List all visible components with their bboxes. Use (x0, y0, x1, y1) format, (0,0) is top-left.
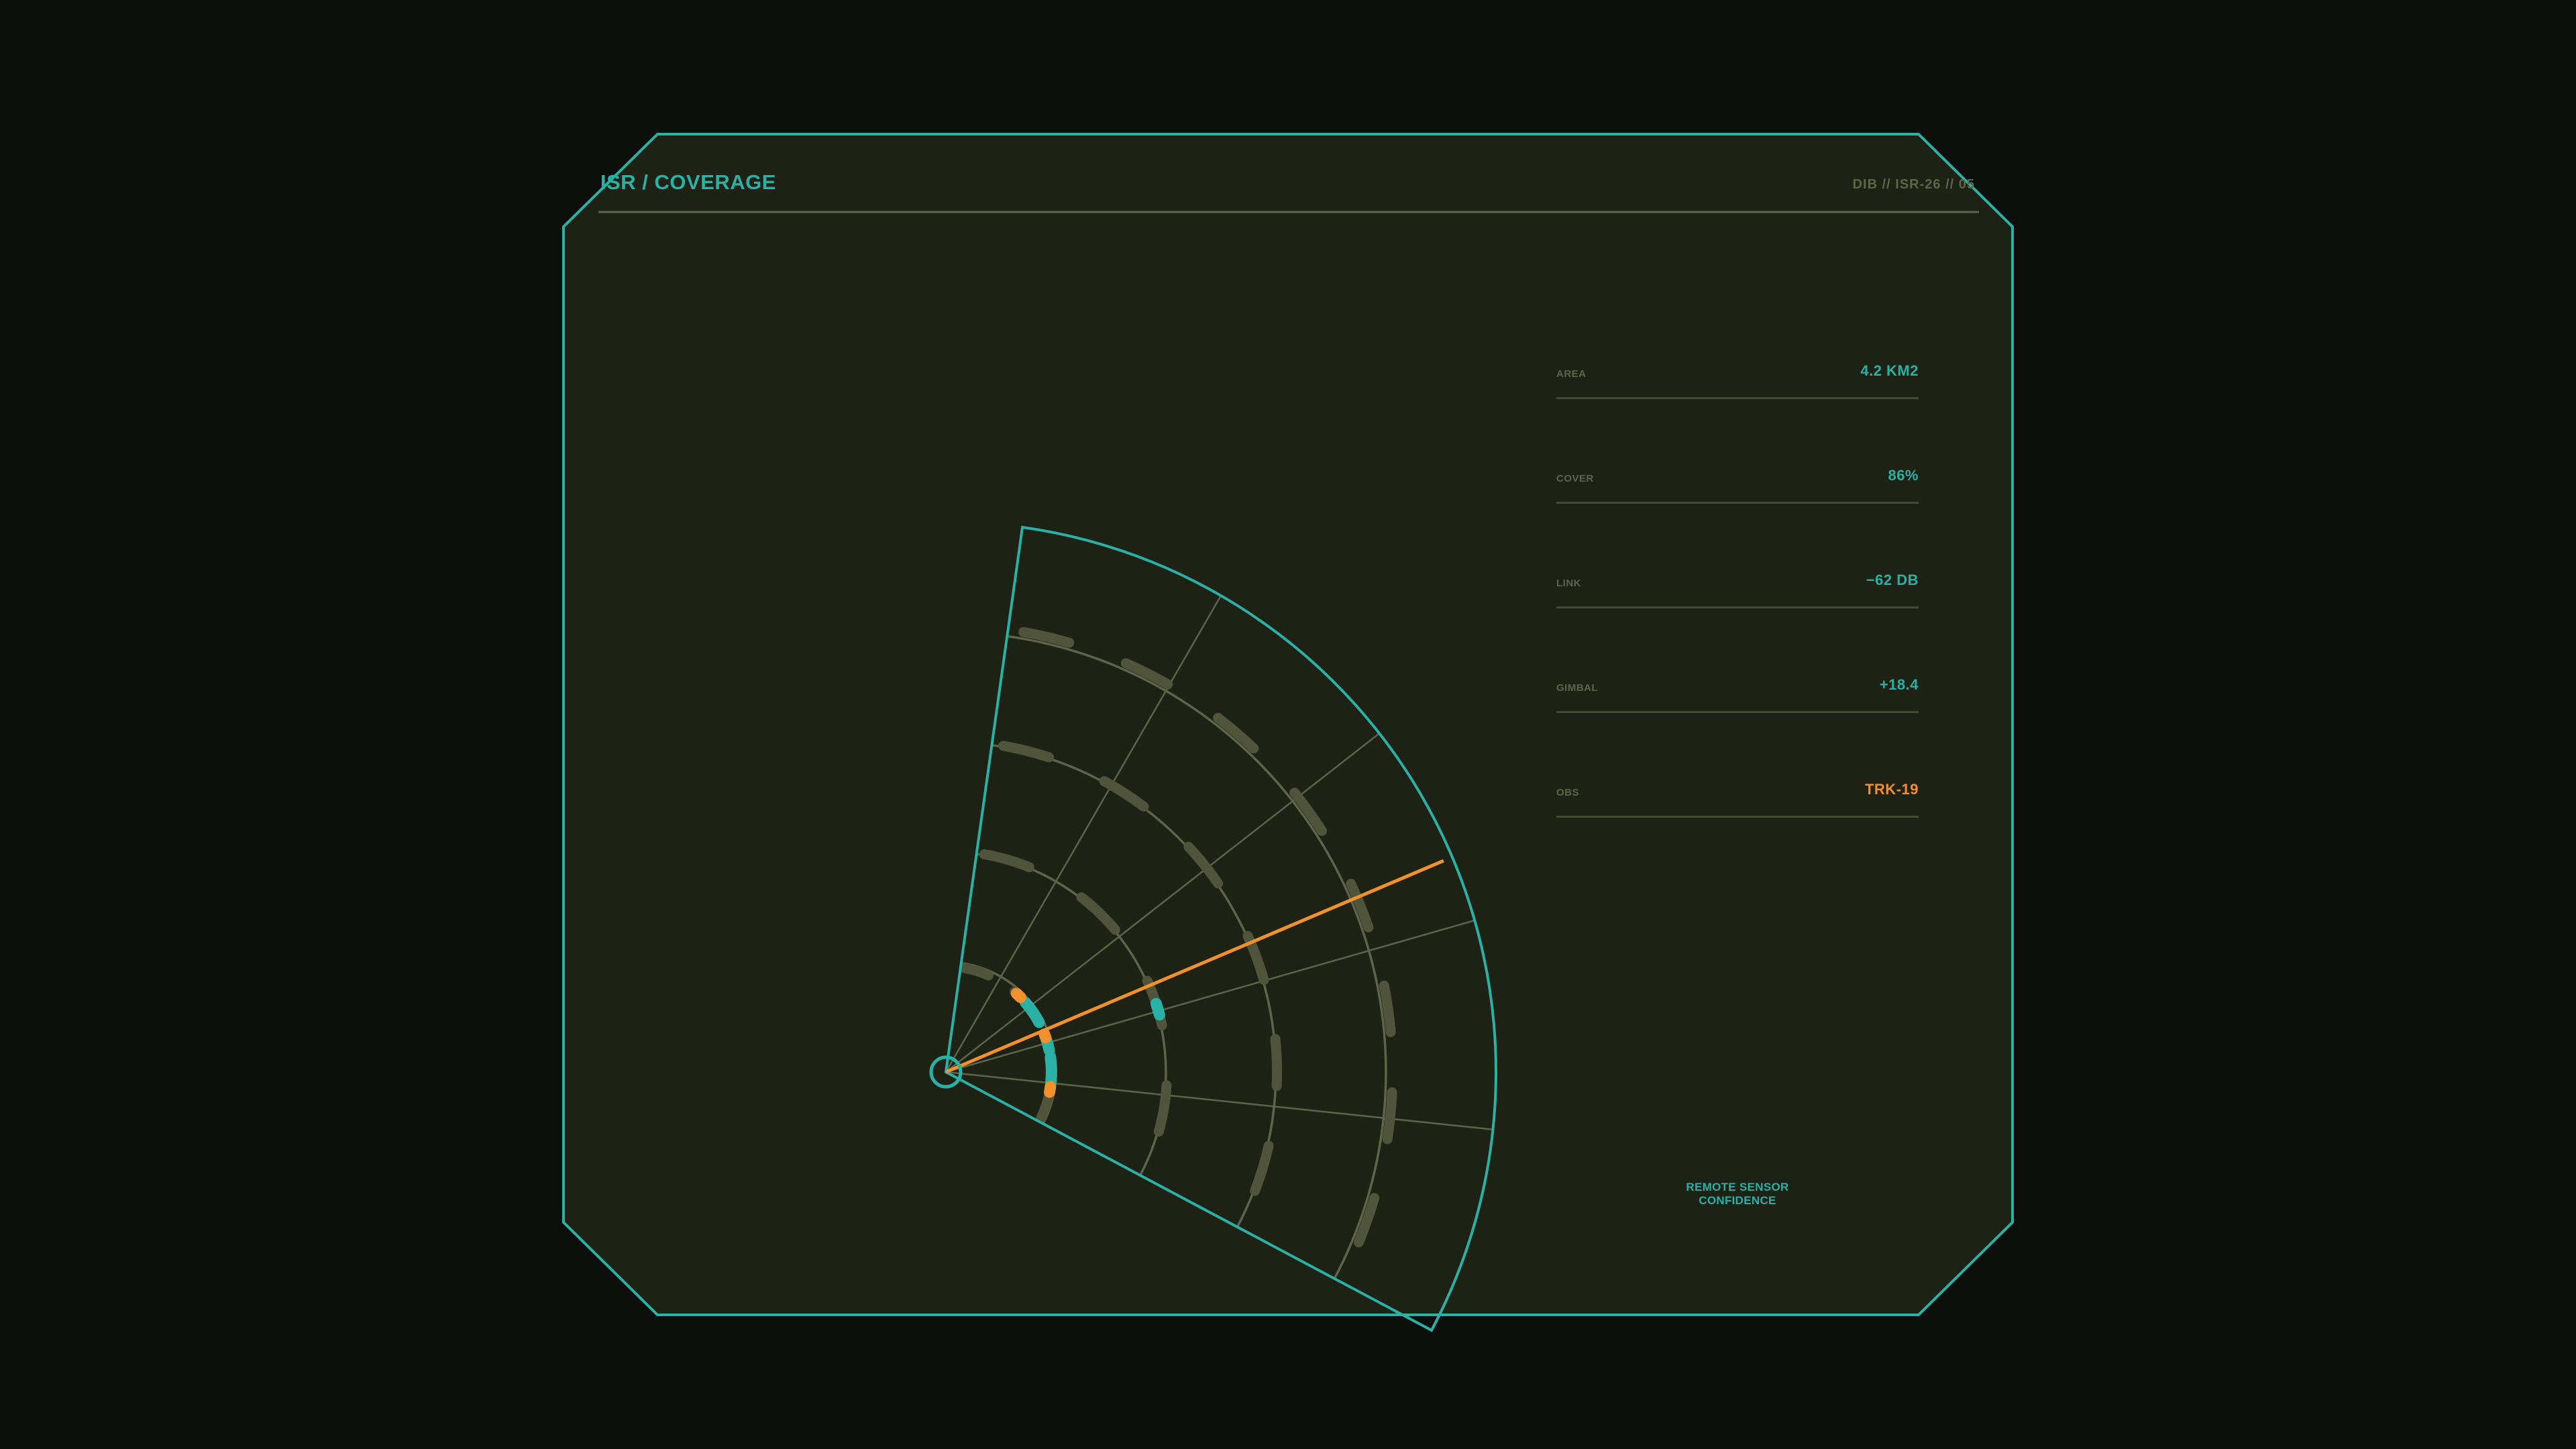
stat-obs-label: OBS (1556, 787, 1580, 798)
stat-area-label: AREA (1556, 368, 1587, 380)
stat-obs-value: TRK-19 (1864, 781, 1919, 798)
stat-link: LINK −62 DB (1556, 558, 1919, 608)
stat-gimbal-value: +18.4 (1879, 676, 1919, 693)
stat-gimbal: GIMBAL +18.4 (1556, 663, 1919, 713)
stat-cover-value: 86% (1888, 467, 1919, 484)
page-title: ISR / COVERAGE (600, 170, 776, 194)
panel-frame (562, 133, 2014, 1332)
stat-cover-label: COVER (1556, 473, 1594, 484)
confidence-segment (1010, 987, 1026, 1004)
panel-background (562, 133, 2014, 1316)
isr-coverage-screen: ISR / COVERAGE DIB // ISR-26 // 05 AREA … (0, 0, 2576, 1449)
confidence-segment (1044, 1081, 1057, 1098)
confidence-segment (1150, 998, 1165, 1021)
stat-obs: OBS TRK-19 (1556, 767, 1919, 818)
stat-area: AREA 4.2 KM2 (1556, 349, 1919, 399)
stat-link-label: LINK (1556, 578, 1581, 589)
document-id: DIB // ISR-26 // 05 (1852, 177, 1975, 192)
sensor-confidence-caption: REMOTE SENSOR CONFIDENCE (1686, 1181, 1789, 1207)
stat-area-value: 4.2 KM2 (1860, 362, 1919, 379)
confidence-segment (1038, 1028, 1052, 1044)
stat-cover: COVER 86% (1556, 453, 1919, 504)
stat-gimbal-label: GIMBAL (1556, 682, 1599, 694)
stat-link-value: −62 DB (1866, 572, 1919, 588)
